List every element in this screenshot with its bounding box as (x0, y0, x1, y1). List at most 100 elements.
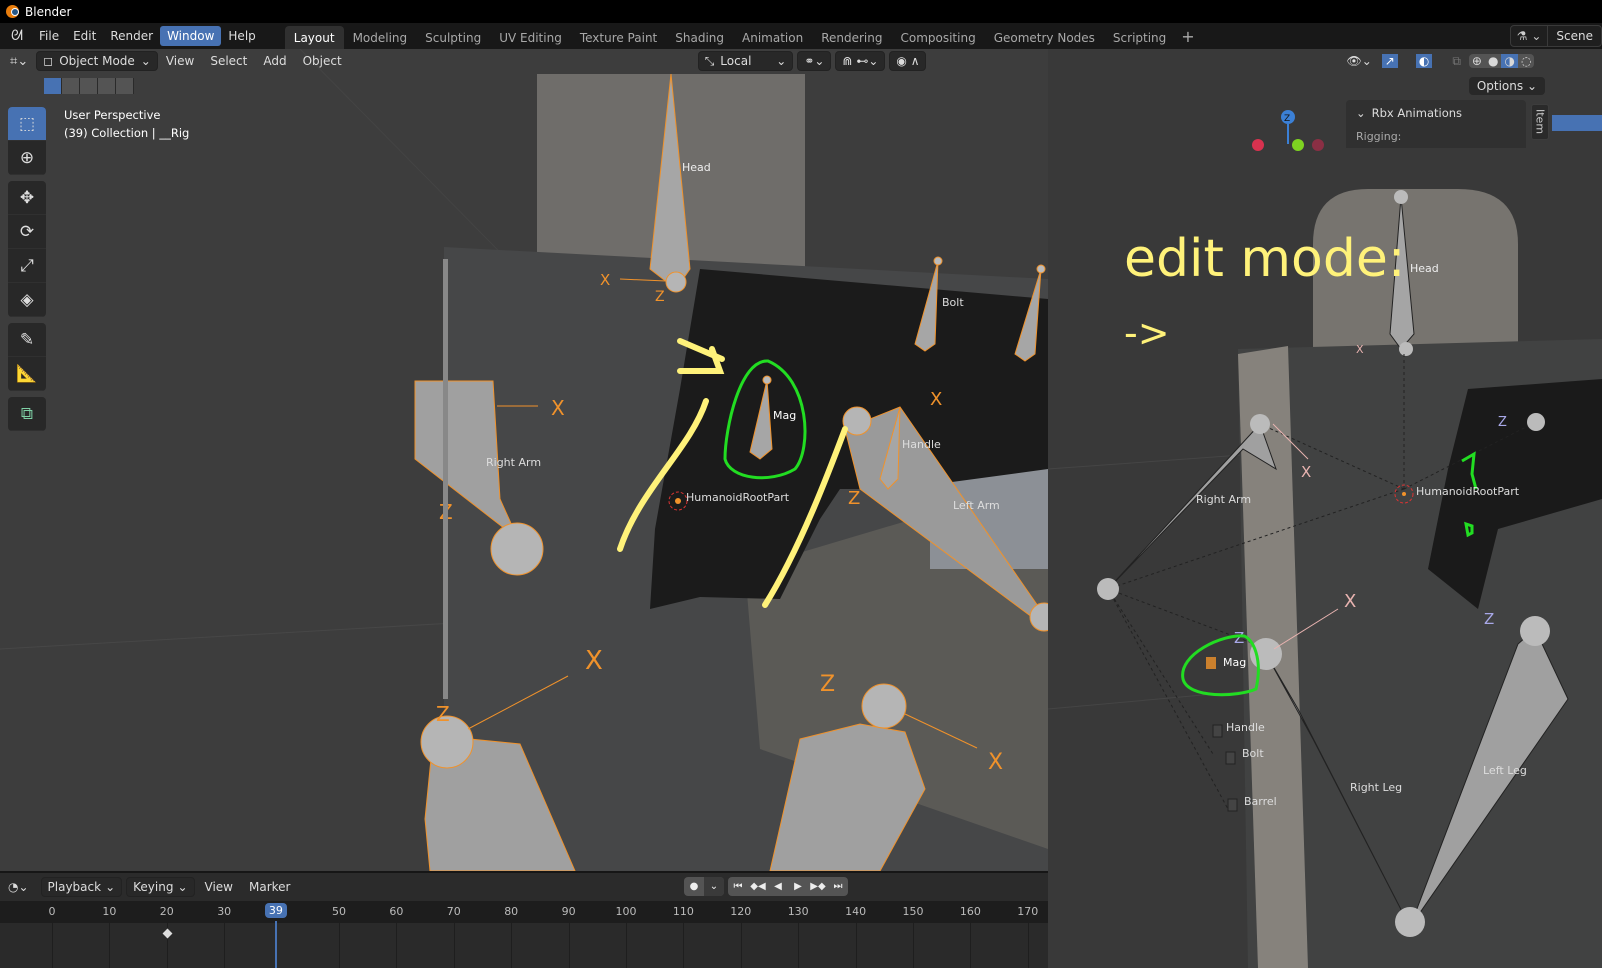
svg-text:Z: Z (848, 488, 860, 509)
menu-window[interactable]: Window (160, 26, 222, 46)
tab-sculpting[interactable]: Sculpting (416, 26, 490, 49)
menu-render[interactable]: Render (103, 26, 160, 46)
jump-end-icon[interactable]: ⏭ (828, 877, 848, 896)
transform-orientation-dropdown[interactable]: ⤡ Local ⌄ (697, 51, 794, 71)
frame-tick: 30 (217, 905, 232, 918)
label-root: HumanoidRootPart (686, 491, 790, 504)
timeline-menu-marker[interactable]: Marker (243, 880, 296, 894)
move-icon[interactable]: ✥ (8, 181, 46, 215)
scene-name: Scene (1556, 29, 1593, 43)
rendered-shading-icon[interactable]: ◌ (1518, 54, 1534, 68)
menu-file[interactable]: File (32, 26, 66, 46)
select-box-icon[interactable]: ⬚ (8, 107, 46, 141)
tool-shelf: ⬚ ⊕ ✥ ⟳ ⤢ ◈ ✎ 📐 ⧉ (8, 107, 46, 437)
prev-keyframe-icon[interactable]: ◆◀ (748, 877, 768, 896)
timeline-editor-type-icon[interactable]: ◔⌄ (8, 880, 29, 894)
label-bolt-edit: Bolt (1242, 747, 1264, 760)
scene-selector[interactable]: ⚗ ⌄ Scene (1509, 25, 1602, 47)
frame-gridline (52, 923, 53, 968)
menu-help[interactable]: Help (221, 26, 262, 46)
timeline-header: ◔⌄ Playback ⌄ Keying ⌄ View Marker (0, 871, 1048, 901)
tab-scripting[interactable]: Scripting (1104, 26, 1175, 49)
frame-tick: 20 (159, 905, 174, 918)
keying-dropdown[interactable]: Keying ⌄ (126, 877, 195, 897)
play-icon[interactable]: ▶ (788, 877, 808, 896)
overlay-toggle-icon[interactable]: ◐ (1415, 54, 1433, 68)
frame-gridline (339, 923, 340, 968)
annotation-edit-mode: edit mode: (1124, 229, 1406, 289)
add-cube-icon[interactable]: ⧉ (8, 397, 46, 431)
menu-edit[interactable]: Edit (66, 26, 103, 46)
editor-type-icon[interactable]: ⌗⌄ (10, 54, 28, 69)
measure-icon[interactable]: 📐 (8, 357, 46, 391)
menu-object[interactable]: Object (295, 54, 350, 68)
snap-toggle[interactable]: ⋒ ⊷⌄ (835, 51, 886, 71)
frame-tick: 100 (615, 905, 637, 918)
frame-tick: 10 (102, 905, 117, 918)
frame-ruler[interactable]: 0 10 20 30 50 60 70 80 90 100 110 120 130 140 150 160 17… (0, 901, 1048, 923)
tab-uv-editing[interactable]: UV Editing (490, 26, 571, 49)
keyframe-diamond[interactable] (162, 928, 173, 939)
tab-layout[interactable]: Layout (284, 26, 344, 49)
select-extend-icon[interactable] (62, 78, 80, 94)
timeline-menu-view[interactable]: View (199, 880, 239, 894)
gizmo-toggle-icon[interactable]: ↗ (1381, 54, 1398, 68)
pivot-dropdown[interactable]: ⚭⌄ (797, 51, 832, 71)
cursor-icon[interactable]: ⊕ (8, 141, 46, 175)
solid-shading-icon[interactable]: ● (1485, 54, 1501, 68)
scale-icon[interactable]: ⤢ (8, 249, 46, 283)
keyframe-track[interactable] (0, 923, 1048, 968)
frame-gridline (396, 923, 398, 968)
tab-shading[interactable]: Shading (666, 26, 733, 49)
frame-gridline (1027, 923, 1029, 968)
menu-view[interactable]: View (158, 54, 202, 68)
playback-dropdown[interactable]: Playback ⌄ (40, 877, 123, 897)
annotate-icon[interactable]: ✎ (8, 323, 46, 357)
select-new-icon[interactable] (44, 78, 62, 94)
frame-tick: 120 (730, 905, 752, 918)
label-bolt: Bolt (942, 296, 964, 309)
wireframe-shading-icon[interactable]: ⊕ (1469, 54, 1485, 68)
tab-geometry-nodes[interactable]: Geometry Nodes (985, 26, 1104, 49)
select-intersect-icon[interactable] (116, 78, 134, 94)
rotate-icon[interactable]: ⟳ (8, 215, 46, 249)
active-collection: (39) Collection | __Rig (64, 126, 190, 140)
blender-menu-icon[interactable]: ᘛ (8, 27, 26, 45)
frame-gridline (109, 923, 111, 968)
visibility-icon[interactable]: 👁⌄ (1346, 54, 1371, 68)
jump-start-icon[interactable]: ⏮ (728, 877, 748, 896)
orientation-icon: ⤡ (704, 53, 715, 68)
label-right-leg-edit: Right Leg (1350, 781, 1403, 794)
menu-add[interactable]: Add (255, 54, 294, 68)
proportional-edit-toggle[interactable]: ◉ ∧ (889, 51, 927, 71)
select-subtract-icon[interactable] (80, 78, 98, 94)
frame-tick: 60 (389, 905, 404, 918)
tab-rendering[interactable]: Rendering (812, 26, 891, 49)
add-workspace-button[interactable]: + (1175, 27, 1200, 49)
select-invert-icon[interactable] (98, 78, 116, 94)
tab-texture-paint[interactable]: Texture Paint (571, 26, 666, 49)
tab-compositing[interactable]: Compositing (891, 26, 984, 49)
current-frame-indicator[interactable]: 39 (264, 903, 287, 918)
auto-key-toggle[interactable]: ● ⌄ (684, 877, 724, 896)
3d-viewport[interactable]: X Z X Z X Z X Z X Z (0, 49, 1048, 871)
svg-text:Z: Z (1284, 114, 1290, 124)
frame-gridline (626, 923, 627, 968)
tab-animation[interactable]: Animation (733, 26, 812, 49)
mode-dropdown[interactable]: ◻ Object Mode ⌄ (36, 51, 158, 71)
chevron-down-icon: ⌄ (776, 54, 787, 68)
menu-select[interactable]: Select (202, 54, 255, 68)
play-reverse-icon[interactable]: ◀ (768, 877, 788, 896)
tab-item[interactable]: Item (1531, 104, 1549, 140)
label-mag: Mag (773, 409, 797, 422)
transform-icon[interactable]: ◈ (8, 283, 46, 317)
material-shading-icon[interactable]: ◑ (1501, 54, 1518, 68)
next-keyframe-icon[interactable]: ▶◆ (808, 877, 828, 896)
xray-icon[interactable]: ⧉ (1452, 54, 1461, 69)
playhead-line[interactable] (274, 921, 277, 968)
playback-controls: ⏮ ◆◀ ◀ ▶ ▶◆ ⏭ (728, 877, 848, 896)
label-handle: Handle (902, 438, 941, 451)
options-dropdown[interactable]: Options ⌄ (1468, 77, 1545, 95)
tab-modeling[interactable]: Modeling (344, 26, 417, 49)
panel-collapse-icon[interactable]: ⌄ (1356, 106, 1366, 120)
